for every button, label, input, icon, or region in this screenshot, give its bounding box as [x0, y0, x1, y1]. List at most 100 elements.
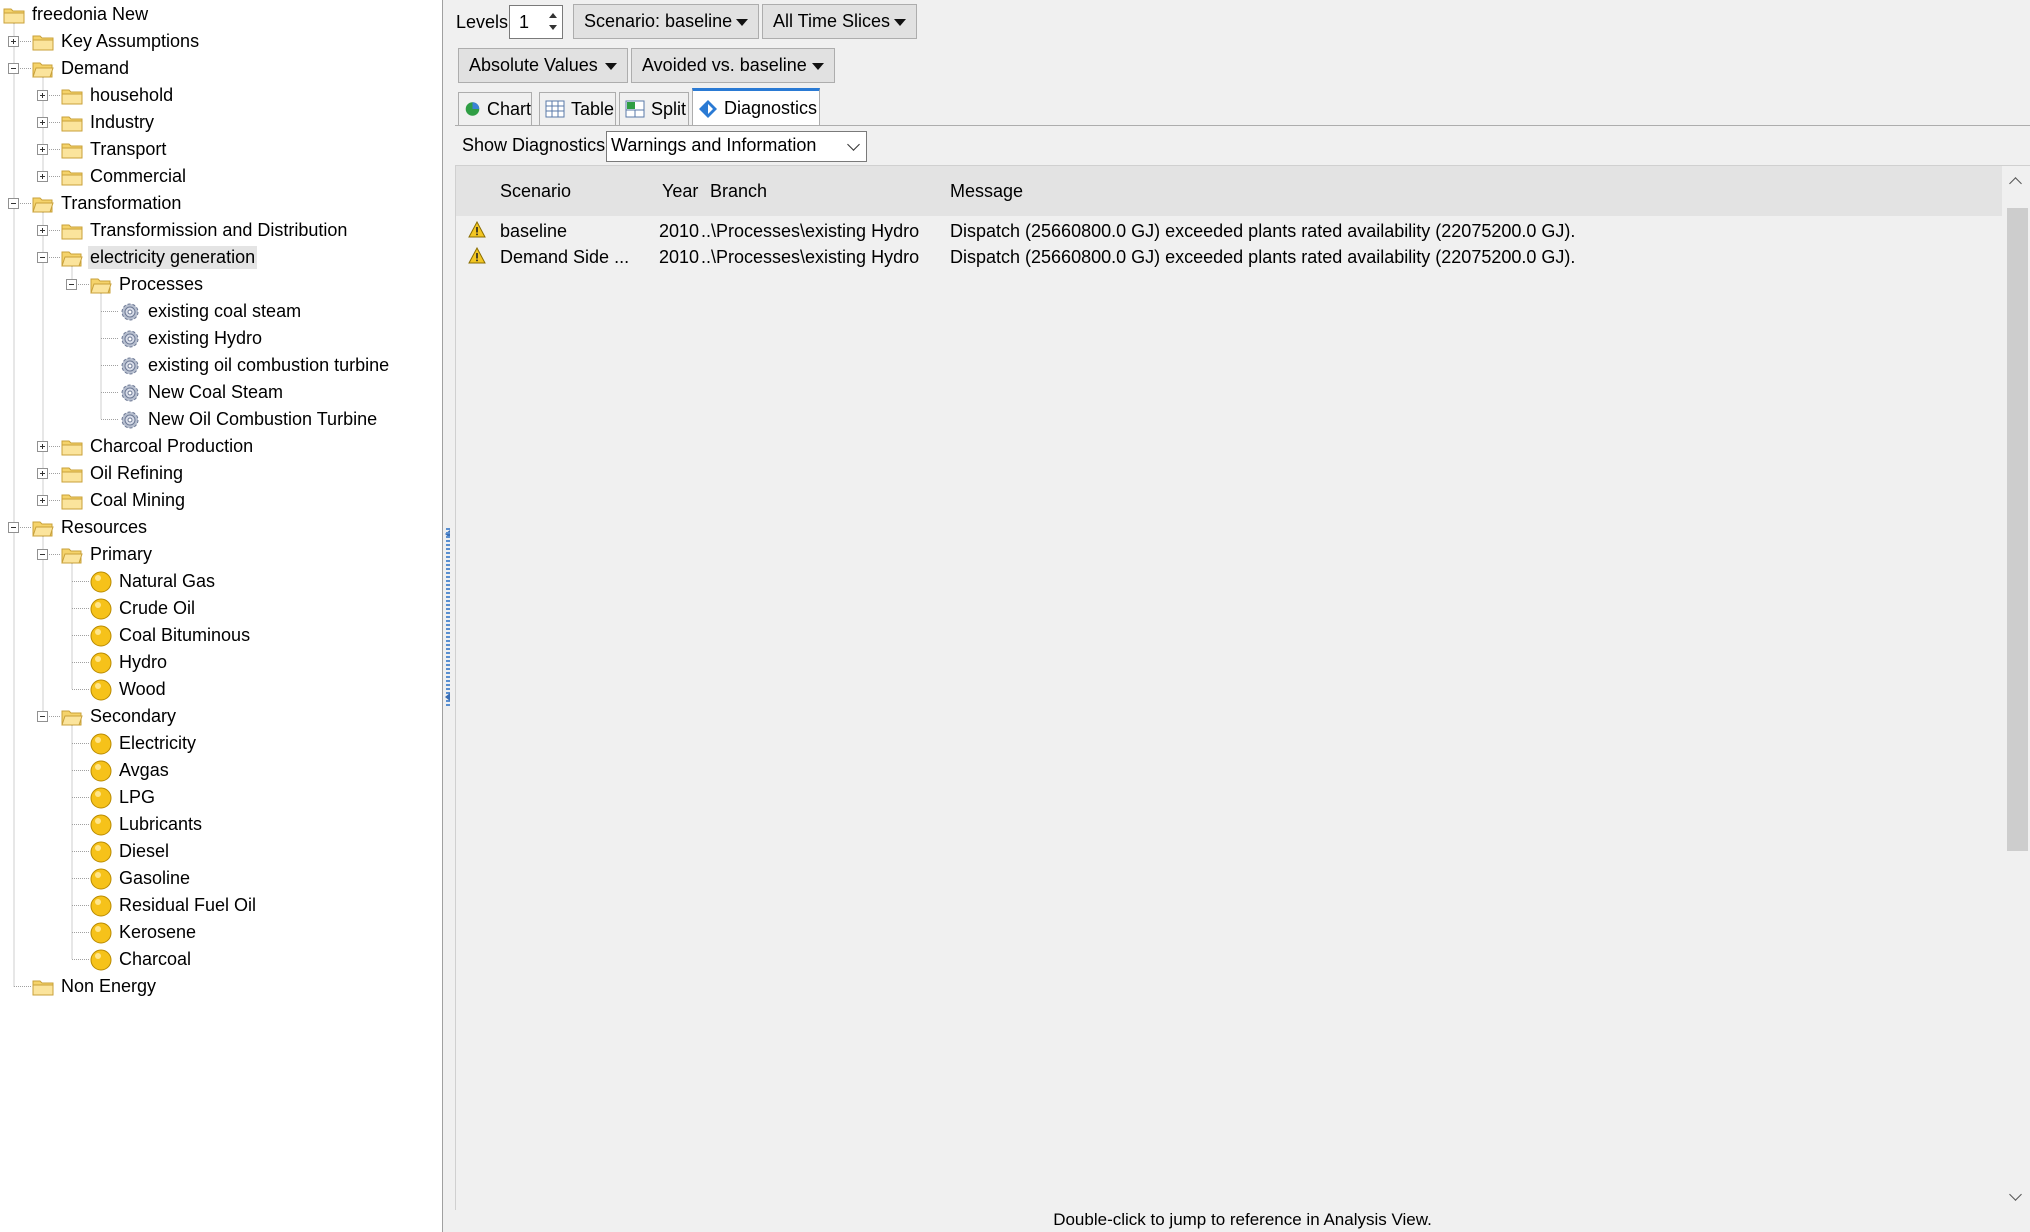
column-header-year[interactable]: Year: [662, 181, 698, 202]
tree-item-label: New Coal Steam: [148, 382, 284, 402]
tree-item[interactable]: New Coal Steam: [119, 379, 285, 406]
tree-item[interactable]: Coal Mining: [61, 487, 187, 514]
tree-item-label: electricity generation: [88, 246, 258, 269]
tree-item[interactable]: existing Hydro: [119, 325, 264, 352]
tree-item[interactable]: Secondary: [61, 703, 178, 730]
tree-item[interactable]: Demand: [32, 55, 131, 82]
vertical-scrollbar[interactable]: [2004, 166, 2030, 1211]
tree-item[interactable]: Diesel: [90, 838, 171, 865]
tree-item[interactable]: freedonia New: [3, 1, 150, 28]
tab-table[interactable]: Table: [539, 92, 616, 125]
collapse-minus-icon[interactable]: [8, 197, 19, 209]
tab-chart[interactable]: Chart: [458, 92, 532, 125]
tree-item-label: Coal Bituminous: [119, 625, 251, 645]
absolute-values-dropdown[interactable]: Absolute Values: [458, 48, 628, 83]
collapse-minus-icon[interactable]: [66, 278, 77, 290]
tree-item[interactable]: existing coal steam: [119, 298, 303, 325]
tree-item-label: Resources: [61, 517, 148, 537]
tree-item[interactable]: Non Energy: [32, 973, 158, 1000]
column-header-message[interactable]: Message: [950, 181, 1023, 202]
tree-item[interactable]: LPG: [90, 784, 157, 811]
collapse-minus-icon[interactable]: [8, 521, 19, 533]
table-row[interactable]: baseline 2010 ..\Processes\existing Hydr…: [456, 218, 2002, 244]
tree-item[interactable]: New Oil Combustion Turbine: [119, 406, 379, 433]
tree-item[interactable]: Wood: [90, 676, 168, 703]
collapse-arrow-icon[interactable]: [445, 693, 450, 701]
collapse-minus-icon[interactable]: [8, 62, 19, 74]
table-icon: [545, 100, 565, 118]
cell-branch: ..\Processes\existing Hydro: [701, 221, 920, 241]
diagnostics-grid[interactable]: Scenario Year Branch Message baseline 20…: [455, 165, 2030, 1211]
tree-item-label: Primary: [90, 544, 152, 564]
scrollbar-thumb[interactable]: [2007, 208, 2028, 851]
tree-item[interactable]: electricity generation: [61, 244, 258, 271]
tree-item-label: Lubricants: [119, 814, 203, 834]
tree-item[interactable]: Processes: [90, 271, 205, 298]
tree-item-label: Oil Refining: [90, 463, 184, 483]
avoided-vs-baseline-dropdown[interactable]: Avoided vs. baseline: [631, 48, 835, 83]
tree-item-label: Crude Oil: [119, 598, 196, 618]
avoided-dropdown-label: Avoided vs. baseline: [642, 55, 807, 75]
tree-item[interactable]: household: [61, 82, 175, 109]
spinner-arrows-icon[interactable]: [547, 10, 559, 34]
tree-item[interactable]: Industry: [61, 109, 156, 136]
table-row[interactable]: Demand Side ... 2010 ..\Processes\existi…: [456, 244, 2002, 270]
scenario-dropdown[interactable]: Scenario: baseline: [573, 4, 759, 39]
expand-plus-icon[interactable]: [37, 224, 48, 236]
collapse-minus-icon[interactable]: [37, 548, 48, 560]
time-slices-dropdown[interactable]: All Time Slices: [762, 4, 917, 39]
splitter-grip[interactable]: [446, 528, 450, 706]
tree-item[interactable]: existing oil combustion turbine: [119, 352, 391, 379]
fuel-ball-icon: [90, 760, 112, 782]
tree-item[interactable]: Commercial: [61, 163, 188, 190]
tree-item[interactable]: Residual Fuel Oil: [90, 892, 258, 919]
expand-plus-icon[interactable]: [37, 116, 48, 128]
levels-spinner[interactable]: 1: [509, 5, 563, 39]
tree-item[interactable]: Charcoal Production: [61, 433, 255, 460]
chevron-up-icon[interactable]: [2009, 177, 2022, 190]
expand-plus-icon[interactable]: [37, 170, 48, 182]
tree-item[interactable]: Oil Refining: [61, 460, 185, 487]
tree-item-label: LPG: [119, 787, 156, 807]
collapse-minus-icon[interactable]: [37, 251, 48, 263]
tree-item[interactable]: Avgas: [90, 757, 171, 784]
panel-splitter[interactable]: [443, 0, 453, 1232]
split-icon: [625, 100, 645, 118]
tab-split[interactable]: Split: [619, 92, 689, 125]
dropdown-arrow-icon: [605, 63, 617, 70]
tree-item[interactable]: Electricity: [90, 730, 198, 757]
tree-item[interactable]: Transformation: [32, 190, 183, 217]
chevron-down-icon[interactable]: [2009, 1188, 2022, 1201]
column-header-scenario[interactable]: Scenario: [500, 181, 571, 202]
tree-item[interactable]: Transformission and Distribution: [61, 217, 349, 244]
tree-item[interactable]: Coal Bituminous: [90, 622, 252, 649]
cell-branch: ..\Processes\existing Hydro: [701, 247, 920, 267]
status-hint: Double-click to jump to reference in Ana…: [1053, 1210, 1432, 1229]
tree-item[interactable]: Charcoal: [90, 946, 193, 973]
show-diagnostics-label: Show Diagnostics:: [462, 135, 611, 155]
tree-item[interactable]: Transport: [61, 136, 168, 163]
expand-plus-icon[interactable]: [37, 440, 48, 452]
tree-item-label: Commercial: [90, 166, 187, 186]
tree-item-label: Wood: [119, 679, 166, 699]
warning-icon: [468, 221, 486, 238]
tree-item[interactable]: Lubricants: [90, 811, 204, 838]
expand-plus-icon[interactable]: [37, 143, 48, 155]
tab-diagnostics[interactable]: Diagnostics: [692, 88, 820, 126]
column-header-branch[interactable]: Branch: [710, 181, 767, 202]
tree-item[interactable]: Gasoline: [90, 865, 192, 892]
tree-item[interactable]: Hydro: [90, 649, 169, 676]
tree-item[interactable]: Crude Oil: [90, 595, 197, 622]
tree-panel[interactable]: freedonia New Key Assumptions Demand househ…: [0, 0, 443, 1232]
expand-plus-icon[interactable]: [37, 467, 48, 479]
tree-item[interactable]: Natural Gas: [90, 568, 217, 595]
tree-item[interactable]: Resources: [32, 514, 149, 541]
collapse-minus-icon[interactable]: [37, 710, 48, 722]
show-diagnostics-select[interactable]: Warnings and Information: [606, 131, 867, 162]
tree-item[interactable]: Key Assumptions: [32, 28, 201, 55]
expand-plus-icon[interactable]: [37, 494, 48, 506]
expand-plus-icon[interactable]: [8, 35, 19, 47]
tree-item[interactable]: Primary: [61, 541, 154, 568]
tree-item[interactable]: Kerosene: [90, 919, 198, 946]
expand-plus-icon[interactable]: [37, 89, 48, 101]
